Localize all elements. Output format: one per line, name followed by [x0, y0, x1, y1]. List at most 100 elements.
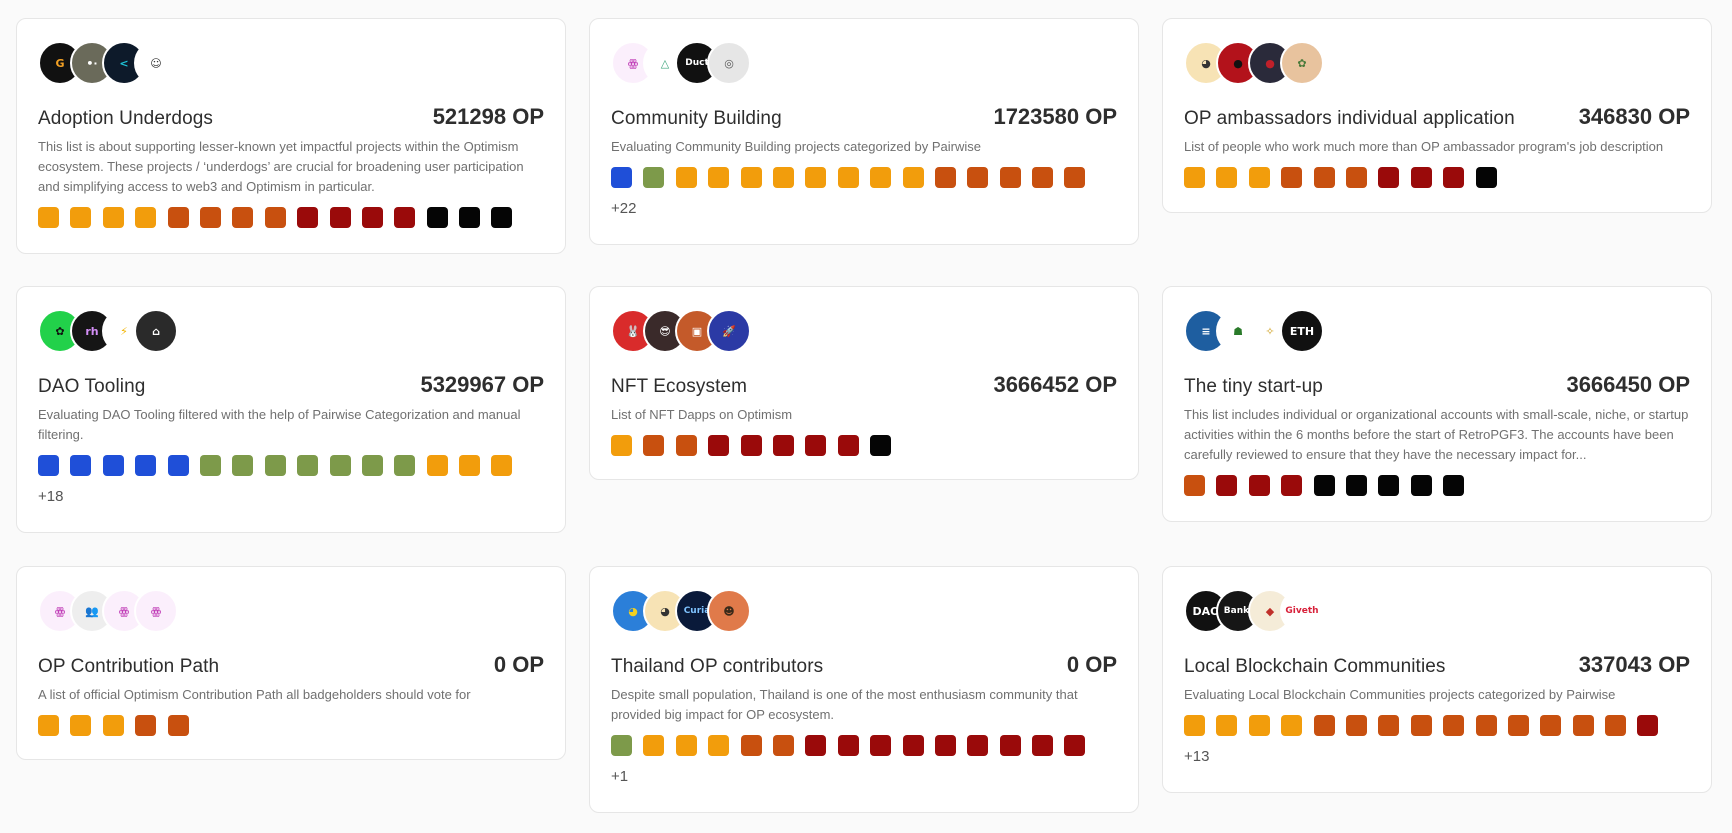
- list-description: A list of official Optimism Contribution…: [38, 687, 471, 702]
- category-swatch-red: [837, 735, 859, 756]
- category-swatch-yellow: [837, 167, 859, 188]
- category-swatch-yellow: [675, 167, 697, 188]
- list-card-nft-ecosystem[interactable]: 🐰 😎 ▣ 🚀 NFT Ecosystem 3666452 OP List of NF…: [589, 286, 1139, 480]
- category-swatches: [611, 735, 1117, 756]
- project-avatars: ≡ ☗ ✧ ETH: [1184, 308, 1690, 354]
- list-card-community-building[interactable]: ꙮ △ Duct ◎ Community Building 1723580 OP Ev…: [589, 18, 1139, 245]
- op-amount: 0 OP: [1066, 652, 1117, 677]
- category-swatch-orange: [1605, 715, 1627, 736]
- category-swatch-orange: [167, 715, 189, 736]
- category-swatch-yellow: [38, 207, 59, 228]
- pairwise-list-icon: ꙮ: [134, 589, 178, 633]
- category-swatch-black: [1345, 475, 1367, 496]
- category-swatch-red: [934, 735, 956, 756]
- category-swatch-orange: [1313, 715, 1335, 736]
- project-avatars: ◕ ◕ Curia ☻: [611, 588, 1117, 634]
- list-card-tiny-start-up[interactable]: ≡ ☗ ✧ ETH The tiny start-up 3666450 OP This…: [1162, 286, 1712, 522]
- category-swatch-blue: [167, 455, 189, 476]
- category-swatches: [38, 455, 544, 476]
- category-swatch-red: [999, 735, 1021, 756]
- category-swatch-orange: [967, 167, 989, 188]
- op-amount: 346830 OP: [1578, 104, 1690, 129]
- category-swatch-red: [1637, 715, 1659, 736]
- category-swatch-orange: [199, 207, 221, 228]
- category-swatch-orange: [1443, 715, 1465, 736]
- category-swatch-yellow: [708, 167, 730, 188]
- list-description: Evaluating DAO Tooling filtered with the…: [38, 407, 521, 442]
- category-swatch-black: [491, 207, 513, 228]
- list-description: Evaluating Community Building projects c…: [611, 139, 981, 154]
- category-swatch-yellow: [70, 715, 92, 736]
- category-swatch-red: [772, 435, 794, 456]
- category-swatch-yellow: [1184, 167, 1205, 188]
- category-swatch-yellow: [1281, 715, 1303, 736]
- category-swatch-yellow: [772, 167, 794, 188]
- project-avatars: DAO Bankl ◆ Giveth: [1184, 588, 1690, 634]
- category-swatches: [1184, 715, 1690, 736]
- category-swatch-orange: [999, 167, 1021, 188]
- more-projects-count: +18: [38, 488, 64, 505]
- more-projects-count: +1: [611, 768, 629, 785]
- category-swatch-black: [1443, 475, 1465, 496]
- project-avatars: ✿ rh ⚡ ⌂: [38, 308, 544, 354]
- category-swatch-blue: [38, 455, 59, 476]
- seal-logo-icon: ◎: [707, 41, 751, 85]
- eth-co-logo-icon: ETH: [1280, 309, 1324, 353]
- category-swatch-green: [297, 455, 319, 476]
- category-swatch-yellow: [805, 167, 827, 188]
- category-swatch-yellow: [675, 735, 697, 756]
- category-swatch-orange: [1410, 715, 1432, 736]
- category-swatch-yellow: [135, 207, 157, 228]
- list-title: The tiny start-up: [1184, 376, 1323, 397]
- category-swatch-red: [329, 207, 351, 228]
- category-swatch-blue: [611, 167, 632, 188]
- category-swatches: [611, 435, 1117, 456]
- category-swatch-black: [870, 435, 892, 456]
- category-swatch-orange: [740, 735, 762, 756]
- category-swatch-yellow: [1248, 715, 1270, 736]
- op-amount: 3666450 OP: [1566, 372, 1690, 397]
- category-swatch-orange: [1313, 167, 1335, 188]
- category-swatch-orange: [1032, 167, 1054, 188]
- category-swatch-orange: [1281, 167, 1303, 188]
- bearded-man-icon: ☻: [707, 589, 751, 633]
- list-card-dao-tooling[interactable]: ✿ rh ⚡ ⌂ DAO Tooling 5329967 OP Evaluating …: [16, 286, 566, 533]
- list-card-local-blockchain-communities[interactable]: DAO Bankl ◆ Giveth Local Blockchain Communi…: [1162, 566, 1712, 793]
- list-title: Adoption Underdogs: [38, 108, 214, 129]
- list-card-op-contribution-path[interactable]: ꙮ 👥 ꙮ ꙮ OP Contribution Path 0 OP A list of…: [16, 566, 566, 760]
- category-swatch-yellow: [708, 735, 730, 756]
- list-title: OP ambassadors individual application: [1184, 108, 1515, 129]
- category-swatch-black: [1313, 475, 1335, 496]
- category-swatch-red: [837, 435, 859, 456]
- list-card-adoption-underdogs[interactable]: G •· < ☺ Adoption Underdogs 521298 OP This …: [16, 18, 566, 254]
- category-swatch-red: [1064, 735, 1086, 756]
- op-amount: 337043 OP: [1578, 652, 1690, 677]
- category-swatch-yellow: [1184, 715, 1205, 736]
- category-swatch-red: [394, 207, 416, 228]
- category-swatch-green: [329, 455, 351, 476]
- category-swatch-red: [1248, 475, 1270, 496]
- category-swatch-yellow: [1216, 167, 1238, 188]
- category-swatch-red: [967, 735, 989, 756]
- category-swatch-yellow: [70, 207, 92, 228]
- list-description: This list includes individual or organiz…: [1184, 407, 1689, 462]
- category-swatch-blue: [135, 455, 157, 476]
- category-swatch-yellow: [740, 167, 762, 188]
- list-description: List of NFT Dapps on Optimism: [611, 407, 793, 422]
- category-swatch-blue: [70, 455, 92, 476]
- category-swatch-yellow: [1216, 715, 1238, 736]
- project-avatars: 🐰 😎 ▣ 🚀: [611, 308, 1117, 354]
- category-swatch-orange: [675, 435, 697, 456]
- category-swatch-black: [1410, 475, 1432, 496]
- category-swatch-yellow: [38, 715, 59, 736]
- list-card-op-ambassadors[interactable]: ◕ ● ● ✿ OP ambassadors individual applicati…: [1162, 18, 1712, 213]
- list-title: Community Building: [611, 108, 782, 129]
- category-swatch-orange: [167, 207, 189, 228]
- category-swatch-orange: [1540, 715, 1562, 736]
- category-swatch-green: [611, 735, 632, 756]
- category-swatch-red: [1281, 475, 1303, 496]
- list-title: OP Contribution Path: [38, 656, 220, 677]
- list-card-thailand-op-contributors[interactable]: ◕ ◕ Curia ☻ Thailand OP contributors 0 OP D…: [589, 566, 1139, 813]
- category-swatch-orange: [1345, 167, 1367, 188]
- category-swatch-red: [805, 735, 827, 756]
